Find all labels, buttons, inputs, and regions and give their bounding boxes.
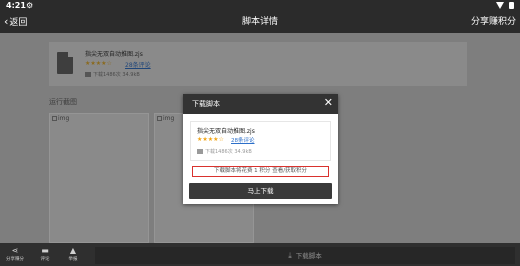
script-name: 指尖无双自动推图.zjs <box>85 51 143 58</box>
comment-label: 评论 <box>40 257 50 262</box>
dialog-rating-stars: ★★★★☆ <box>197 136 224 143</box>
status-time: 4:21 <box>6 1 26 10</box>
report-label: 举报 <box>68 257 78 262</box>
comments-link[interactable]: 28条评论 <box>125 60 151 69</box>
dialog-comments-link[interactable]: 28条评论 <box>231 136 255 144</box>
points-notice: 下载脚本将花费 1 积分 查看/获取积分 <box>192 166 329 177</box>
gear-icon: ⚙ <box>26 1 34 10</box>
download-arrow-icon: ⤓ <box>288 251 292 260</box>
close-icon[interactable]: ✕ <box>324 96 333 110</box>
report-icon: ▲ <box>69 246 77 255</box>
download-script-label: 下载脚本 <box>295 252 322 260</box>
battery-icon <box>509 2 514 9</box>
download-count: 下载1486次 34.9kB <box>85 71 140 78</box>
report-button[interactable]: ▲ 举报 <box>60 246 86 263</box>
broken-image-icon <box>157 116 162 121</box>
download-icon <box>85 72 91 77</box>
broken-image-icon <box>52 116 57 121</box>
screenshot-image[interactable]: img <box>49 113 149 243</box>
rating-stars: ★★★★☆ <box>85 60 112 67</box>
dialog-script-card: 指尖无双自动推图.zjs ★★★★☆ 28条评论 下载1486次 34.9kB <box>190 121 331 161</box>
screenshots-label: 运行截图 <box>49 98 77 106</box>
wifi-icon <box>496 2 504 9</box>
comment-button[interactable]: ▬ 评论 <box>32 246 58 263</box>
dialog-header: 下载脚本 ✕ <box>183 94 338 114</box>
script-info-card: 指尖无双自动推图.zjs ★★★★☆ 28条评论 下载1486次 34.9kB <box>49 42 467 86</box>
share-label: 分享赚分 <box>6 257 24 262</box>
download-now-button[interactable]: 马上下载 <box>189 183 332 199</box>
title-bar: ‹返回 脚本详情 分享赚积分 <box>0 11 520 33</box>
broken-image-placeholder: img <box>157 115 174 122</box>
dialog-download-count: 下载1486次 34.9kB <box>197 148 252 155</box>
status-bar: 4:21 ⚙ <box>0 0 520 11</box>
download-script-button[interactable]: ⤓ 下载脚本 <box>95 247 515 264</box>
download-dialog: 下载脚本 ✕ 指尖无双自动推图.zjs ★★★★☆ 28条评论 下载1486次 … <box>183 94 338 204</box>
file-icon <box>57 52 73 74</box>
share-earn-button[interactable]: 分享赚积分 <box>471 15 516 29</box>
broken-image-placeholder: img <box>52 115 69 122</box>
share-icon: ⋖ <box>11 246 19 255</box>
get-points-link[interactable]: 查看/获取积分 <box>272 168 307 174</box>
notice-text: 下载脚本将花费 1 积分 <box>213 168 271 174</box>
dialog-script-name: 指尖无双自动推图.zjs <box>197 128 255 135</box>
share-button[interactable]: ⋖ 分享赚分 <box>2 246 28 263</box>
comment-icon: ▬ <box>41 246 49 255</box>
dialog-title: 下载脚本 <box>192 100 220 108</box>
page-title: 脚本详情 <box>241 17 278 27</box>
download-icon <box>197 149 203 154</box>
